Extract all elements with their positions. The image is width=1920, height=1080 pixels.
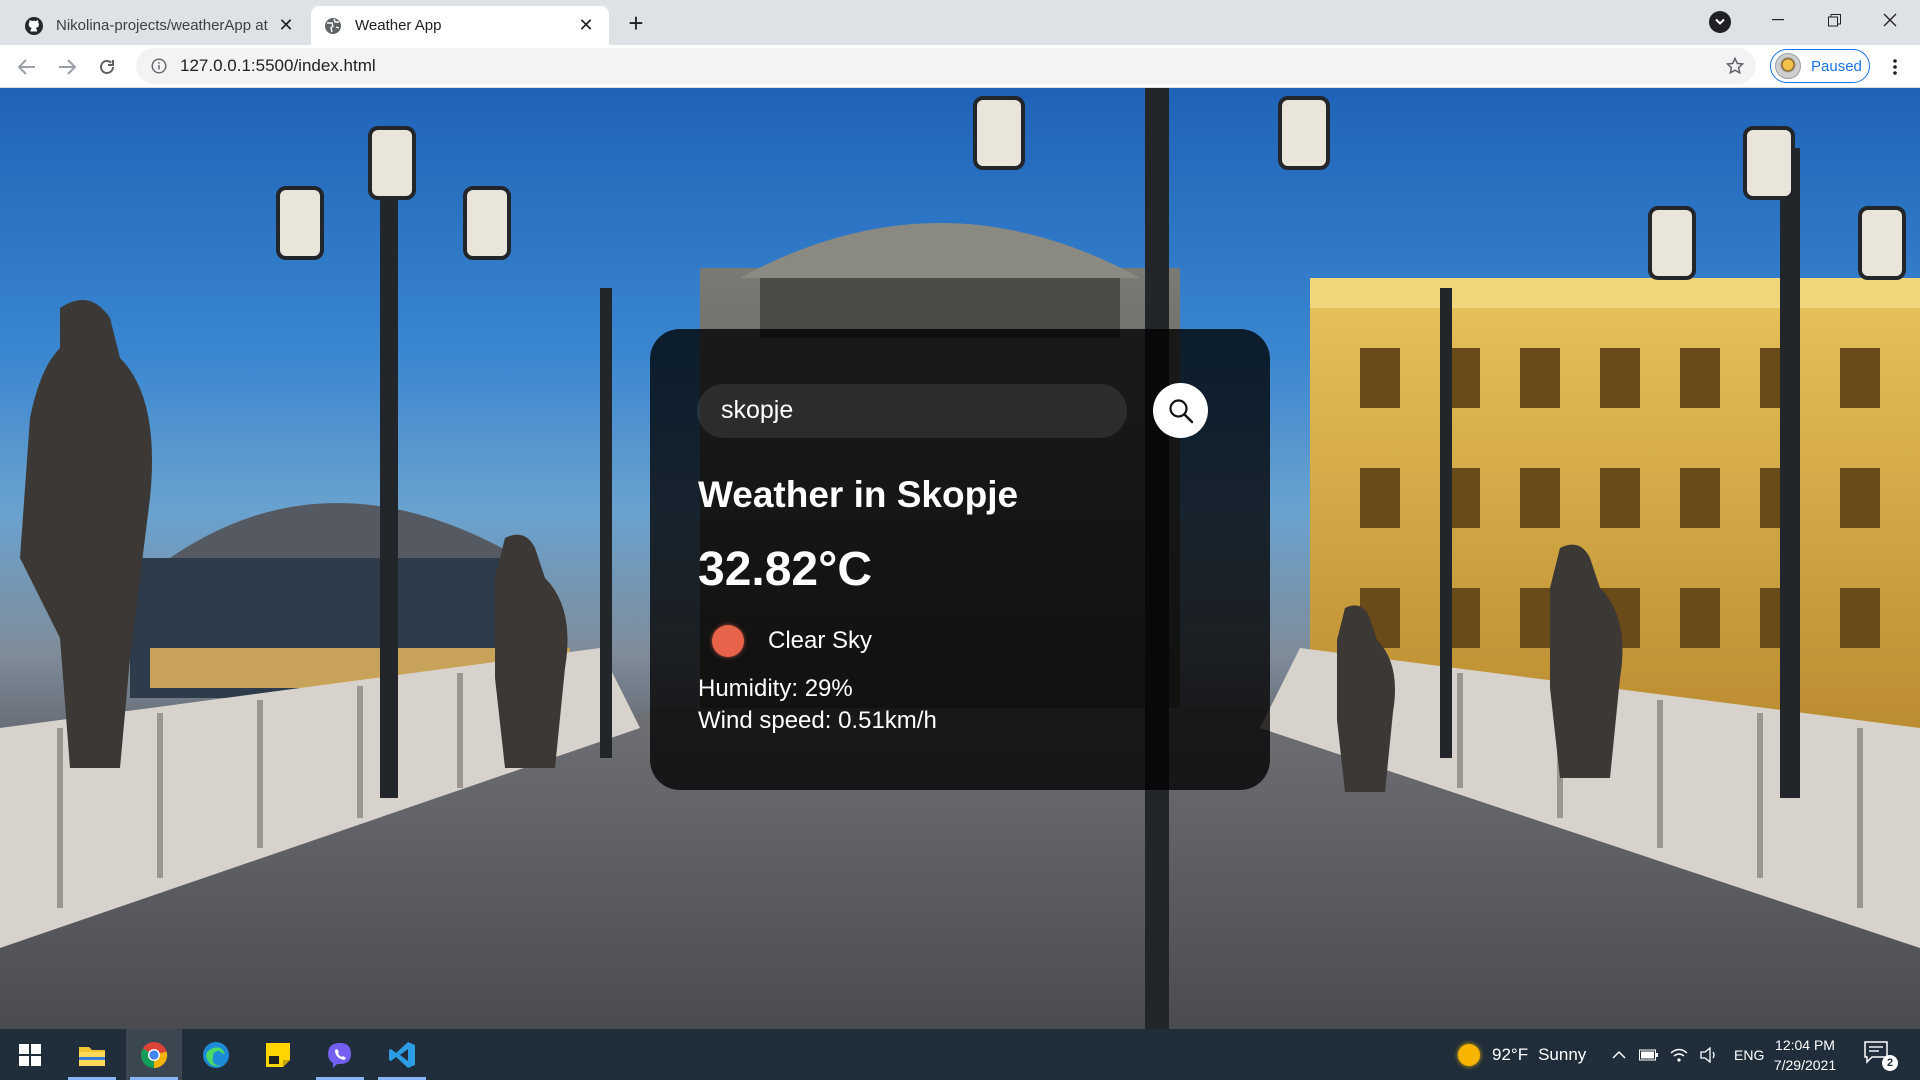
- search-button[interactable]: [1153, 383, 1208, 438]
- close-tab-icon[interactable]: ✕: [575, 15, 597, 37]
- chrome-button[interactable]: [126, 1029, 182, 1080]
- wifi-icon: [1670, 1048, 1688, 1062]
- new-tab-button[interactable]: +: [622, 8, 650, 38]
- tab-github[interactable]: Nikolina-projects/weatherApp at ✕: [12, 6, 309, 45]
- clock-date: 7/29/2021: [1773, 1057, 1837, 1073]
- action-center-button[interactable]: 2: [1864, 1039, 1898, 1071]
- more-vert-icon: [1893, 59, 1897, 75]
- globe-icon: [323, 16, 343, 36]
- chevron-down-icon: [1715, 18, 1725, 25]
- humidity: Humidity: 29%: [698, 675, 853, 702]
- close-tab-icon[interactable]: ✕: [275, 15, 297, 37]
- browser-toolbar: 127.0.0.1:5500/index.html Paused: [0, 45, 1920, 88]
- back-button[interactable]: [11, 51, 43, 83]
- weather-description-row: Clear Sky: [712, 625, 1214, 657]
- clock-time: 12:04 PM: [1775, 1037, 1835, 1053]
- sticky-notes-button[interactable]: [250, 1029, 306, 1080]
- chevron-up-icon: [1612, 1050, 1626, 1059]
- browser-tab-strip: Nikolina-projects/weatherApp at ✕ Weathe…: [0, 0, 1920, 45]
- network-button[interactable]: [1666, 1029, 1692, 1080]
- close-icon: [1883, 13, 1897, 27]
- chrome-icon: [141, 1041, 168, 1068]
- windows-taskbar: 92°F Sunny ENG 12:04 PM 7/29/2021 2: [0, 1029, 1920, 1080]
- speaker-icon: [1700, 1046, 1715, 1063]
- close-window-button[interactable]: [1862, 0, 1918, 40]
- reload-button[interactable]: [91, 51, 123, 83]
- address-bar[interactable]: 127.0.0.1:5500/index.html: [136, 48, 1756, 84]
- minimize-button[interactable]: [1750, 0, 1806, 40]
- avatar: [1775, 53, 1801, 79]
- page-viewport: Weather in Skopje 32.82°C Clear Sky Humi…: [0, 88, 1920, 1029]
- restore-icon: [1827, 13, 1841, 26]
- minimize-icon: [1772, 19, 1784, 21]
- url-text: 127.0.0.1:5500/index.html: [180, 56, 376, 75]
- taskbar-temperature: 92°F: [1492, 1044, 1529, 1064]
- sticky-notes-icon: [266, 1042, 290, 1067]
- volume-button[interactable]: [1696, 1029, 1722, 1080]
- vscode-icon: [389, 1041, 415, 1068]
- forward-button[interactable]: [51, 51, 83, 83]
- search-input[interactable]: [697, 383, 1127, 438]
- wind-speed: Wind speed: 0.51km/h: [698, 707, 937, 734]
- search-bar: [697, 383, 1214, 438]
- file-explorer-icon: [79, 1046, 105, 1066]
- tab-title: Weather App: [355, 17, 442, 34]
- show-hidden-icons-button[interactable]: [1606, 1029, 1632, 1080]
- info-icon[interactable]: [150, 57, 168, 75]
- edge-button[interactable]: [188, 1029, 244, 1080]
- system-clock[interactable]: 12:04 PM 7/29/2021: [1760, 1035, 1850, 1075]
- arrow-right-icon: [59, 59, 76, 75]
- notification-count: 2: [1882, 1055, 1898, 1071]
- profile-status: Paused: [1811, 57, 1862, 75]
- edge-icon: [203, 1041, 229, 1068]
- viber-button[interactable]: [312, 1029, 368, 1080]
- viber-icon: [328, 1042, 351, 1068]
- weather-description: Clear Sky: [768, 627, 873, 654]
- windows-start-button[interactable]: [2, 1029, 58, 1080]
- bookmark-star-icon[interactable]: [1724, 55, 1746, 77]
- weather-widget[interactable]: 92°F Sunny: [1458, 1029, 1586, 1080]
- arrow-left-icon: [18, 59, 35, 75]
- browser-menu-button[interactable]: [1880, 51, 1910, 83]
- taskbar-condition: Sunny: [1538, 1044, 1587, 1064]
- search-icon: [1168, 398, 1193, 423]
- reload-icon: [100, 60, 114, 74]
- tab-search-button[interactable]: [1709, 11, 1731, 33]
- profile-button[interactable]: Paused: [1770, 49, 1870, 83]
- tab-title: Nikolina-projects/weatherApp at: [56, 17, 268, 34]
- sun-icon: [712, 625, 744, 657]
- battery-icon: [1639, 1049, 1658, 1060]
- file-explorer-button[interactable]: [64, 1029, 120, 1080]
- github-icon: [24, 16, 44, 36]
- windows-start-icon: [19, 1043, 41, 1066]
- restore-button[interactable]: [1806, 0, 1862, 40]
- weather-card: Weather in Skopje 32.82°C Clear Sky Humi…: [650, 329, 1270, 790]
- battery-button[interactable]: [1636, 1029, 1662, 1080]
- temperature: 32.82°C: [698, 543, 872, 596]
- vscode-button[interactable]: [374, 1029, 430, 1080]
- sun-icon: [1458, 1043, 1480, 1066]
- tab-weather-app[interactable]: Weather App ✕: [311, 6, 609, 45]
- city-heading: Weather in Skopje: [698, 474, 1019, 515]
